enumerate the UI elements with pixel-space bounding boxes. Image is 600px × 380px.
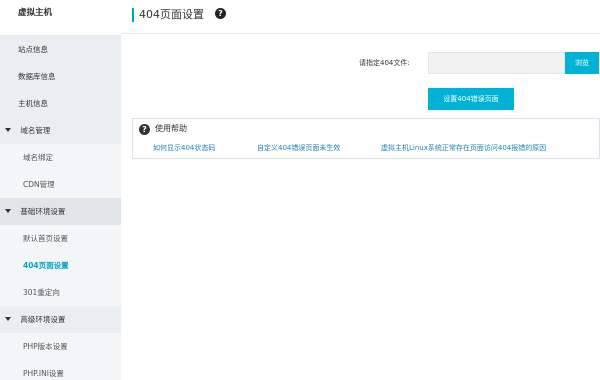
sidebar-item-site-info[interactable]: 站点信息 bbox=[0, 36, 121, 63]
sidebar-group-advanced-env[interactable]: 高级环境设置 bbox=[0, 306, 121, 333]
browse-button[interactable]: 浏览 bbox=[565, 52, 599, 74]
help-link-custom-404-not-working[interactable]: 自定义404错误页面未生效 bbox=[257, 143, 340, 153]
help-link-show-404-status[interactable]: 如何显示404状态码 bbox=[153, 143, 215, 153]
sidebar-item-domain-binding[interactable]: 域名绑定 bbox=[0, 144, 121, 171]
sidebar-item-label: 域名管理 bbox=[20, 126, 51, 135]
page-title: 404页面设置 bbox=[139, 8, 204, 21]
sidebar-item-label: 基础环境设置 bbox=[20, 207, 66, 216]
caret-down-icon bbox=[5, 128, 11, 132]
sidebar-item-label: 站点信息 bbox=[18, 45, 48, 54]
sidebar-item-label: 域名绑定 bbox=[23, 153, 53, 162]
file-path-input[interactable] bbox=[428, 52, 565, 74]
sidebar-item-label: PHP版本设置 bbox=[23, 342, 68, 351]
help-link-linux-404-reason[interactable]: 虚拟主机Linux系统正常存在页面访问404报错的原因 bbox=[381, 143, 546, 153]
sidebar-title: 虚拟主机 bbox=[0, 0, 121, 36]
sidebar-item-301-redirect[interactable]: 301重定向 bbox=[0, 279, 121, 306]
set-404-page-button[interactable]: 设置404错误页面 bbox=[428, 88, 514, 110]
sidebar-item-label: PHP.INI设置 bbox=[23, 369, 64, 378]
sidebar-item-label: CDN管理 bbox=[23, 180, 55, 189]
sidebar-item-default-home[interactable]: 默认首页设置 bbox=[0, 225, 121, 252]
sidebar-item-label: 数据库信息 bbox=[18, 72, 56, 81]
sidebar-item-database-info[interactable]: 数据库信息 bbox=[0, 63, 121, 90]
sidebar-item-php-version[interactable]: PHP版本设置 bbox=[0, 333, 121, 360]
question-icon: ? bbox=[139, 124, 150, 135]
caret-down-icon bbox=[5, 317, 11, 321]
sidebar: 虚拟主机 站点信息 数据库信息 主机信息 域名管理 域名绑定 CDN管理 基础环… bbox=[0, 0, 121, 380]
title-accent-bar bbox=[132, 8, 134, 22]
sidebar-item-label: 主机信息 bbox=[18, 99, 48, 108]
help-icon[interactable]: ? bbox=[215, 8, 226, 19]
sidebar-group-basic-env[interactable]: 基础环境设置 bbox=[0, 198, 121, 225]
sidebar-item-cdn[interactable]: CDN管理 bbox=[0, 171, 121, 198]
sidebar-item-php-ini[interactable]: PHP.INI设置 bbox=[0, 360, 121, 380]
sidebar-group-domain[interactable]: 域名管理 bbox=[0, 117, 121, 144]
sidebar-item-404-page[interactable]: 404页面设置 bbox=[0, 252, 121, 279]
caret-down-icon bbox=[5, 209, 11, 213]
sidebar-item-label: 高级环境设置 bbox=[20, 315, 66, 324]
help-title: 使用帮助 bbox=[155, 124, 187, 133]
sidebar-item-host-info[interactable]: 主机信息 bbox=[0, 90, 121, 117]
help-panel: ? 使用帮助 如何显示404状态码 自定义404错误页面未生效 虚拟主机Linu… bbox=[132, 118, 600, 159]
file-field-label: 请指定404文件: bbox=[359, 59, 410, 67]
sidebar-item-label: 404页面设置 bbox=[23, 261, 69, 270]
page-header: 404页面设置 ? bbox=[121, 0, 600, 34]
sidebar-item-label: 301重定向 bbox=[23, 288, 60, 297]
sidebar-item-label: 默认首页设置 bbox=[23, 234, 68, 243]
